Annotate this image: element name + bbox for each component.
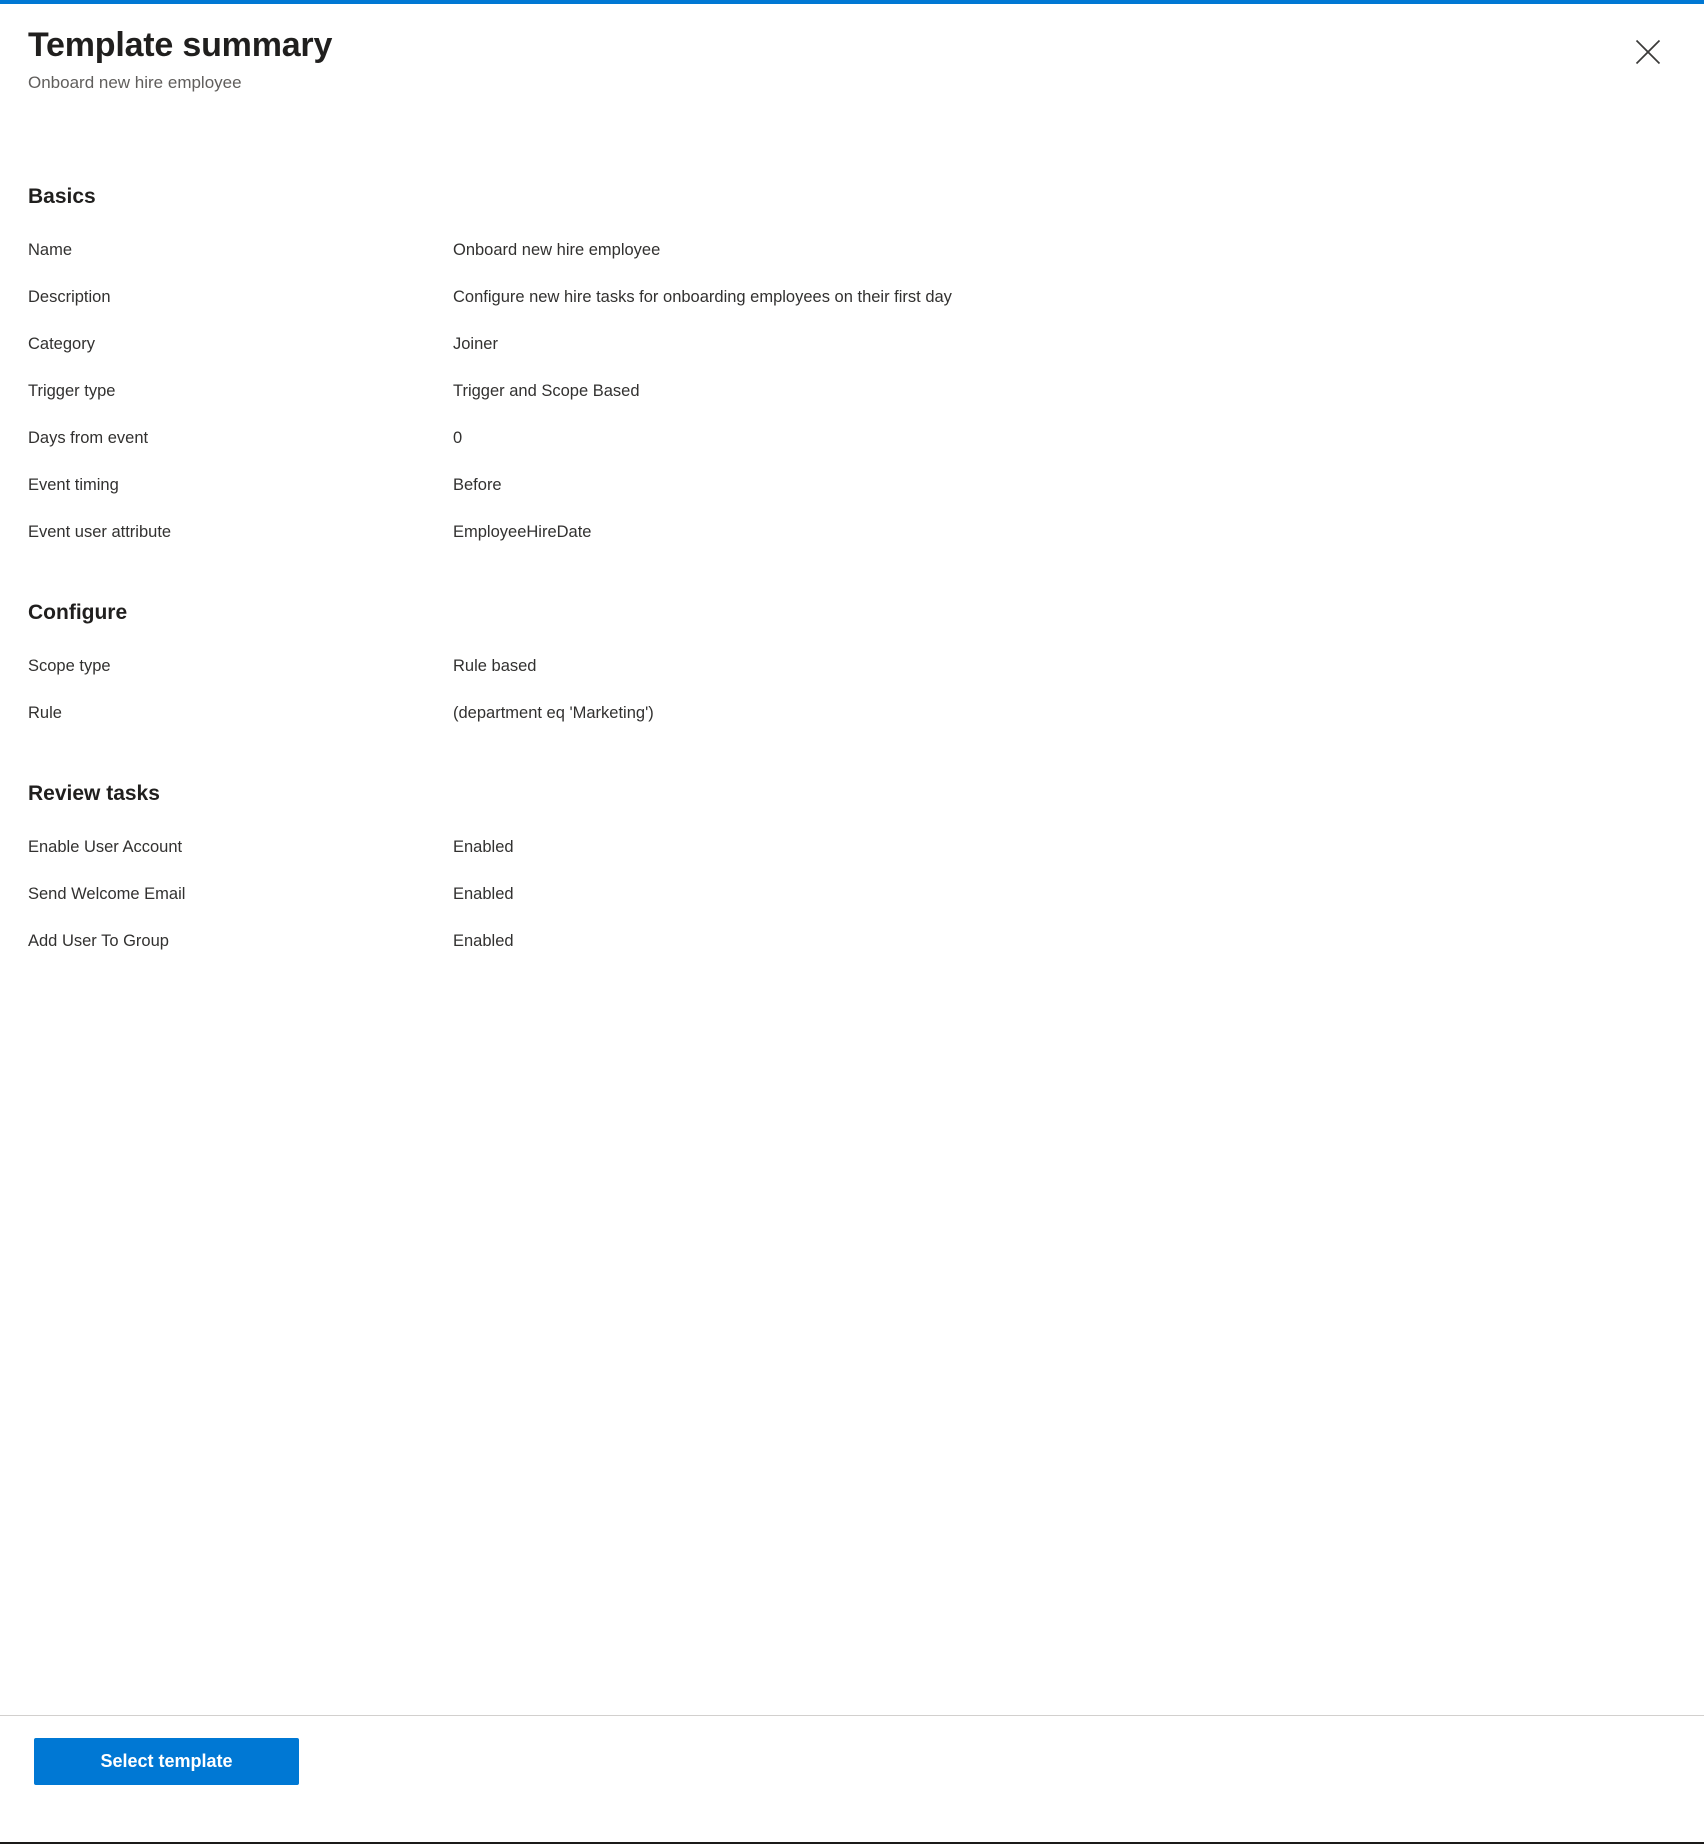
section-heading-configure: Configure xyxy=(28,601,128,624)
row-label: Send Welcome Email xyxy=(28,885,186,903)
section-configure: Configure Scope type Rule based Rule (de… xyxy=(28,599,1676,737)
row-value: Enabled xyxy=(453,932,514,950)
row-label: Rule xyxy=(28,704,62,722)
row-label: Event user attribute xyxy=(28,523,172,541)
row-label: Name xyxy=(28,241,73,259)
row-label: Add User To Group xyxy=(28,932,169,950)
row-value: (department eq 'Marketing') xyxy=(453,704,654,722)
row-value: Enabled xyxy=(453,885,514,903)
row-value: 0 xyxy=(453,429,463,447)
section-heading-review-tasks: Review tasks xyxy=(28,782,160,805)
summary-row: Description Configure new hire tasks for… xyxy=(28,274,1676,321)
summary-row: Send Welcome Email Enabled xyxy=(28,871,1676,918)
section-heading-basics: Basics xyxy=(28,185,96,208)
page-subtitle: Onboard new hire employee xyxy=(28,73,242,92)
configure-rows: Scope type Rule based Rule (department e… xyxy=(28,643,1676,737)
summary-row: Event user attribute EmployeeHireDate xyxy=(28,509,1676,556)
row-label: Event timing xyxy=(28,476,119,494)
row-label: Trigger type xyxy=(28,382,116,400)
close-button[interactable] xyxy=(1624,28,1672,76)
template-summary-panel: Template summary Onboard new hire employ… xyxy=(0,0,1704,1844)
row-value: Configure new hire tasks for onboarding … xyxy=(453,288,952,306)
row-value: Enabled xyxy=(453,838,514,856)
row-label: Days from event xyxy=(28,429,149,447)
row-label: Scope type xyxy=(28,657,111,675)
row-value: Onboard new hire employee xyxy=(453,241,661,259)
row-value: Rule based xyxy=(453,657,537,675)
summary-row: Name Onboard new hire employee xyxy=(28,227,1676,274)
row-value: EmployeeHireDate xyxy=(453,523,592,541)
summary-row: Enable User Account Enabled xyxy=(28,824,1676,871)
row-value: Trigger and Scope Based xyxy=(453,382,640,400)
row-label: Enable User Account xyxy=(28,838,183,856)
summary-row: Category Joiner xyxy=(28,321,1676,368)
summary-content: Basics Name Onboard new hire employee De… xyxy=(0,95,1704,1715)
basics-rows: Name Onboard new hire employee Descripti… xyxy=(28,227,1676,556)
section-basics: Basics Name Onboard new hire employee De… xyxy=(28,183,1676,556)
panel-footer: Select template xyxy=(0,1715,1704,1842)
row-value: Before xyxy=(453,476,502,494)
row-label: Category xyxy=(28,335,95,353)
section-review-tasks: Review tasks Enable User Account Enabled… xyxy=(28,780,1676,965)
page-title: Template summary xyxy=(28,26,333,64)
summary-row: Trigger type Trigger and Scope Based xyxy=(28,368,1676,415)
summary-row: Scope type Rule based xyxy=(28,643,1676,690)
summary-row: Event timing Before xyxy=(28,462,1676,509)
summary-row: Rule (department eq 'Marketing') xyxy=(28,690,1676,737)
close-icon xyxy=(1635,39,1661,65)
summary-row: Days from event 0 xyxy=(28,415,1676,462)
summary-row: Add User To Group Enabled xyxy=(28,918,1676,965)
panel-header: Template summary Onboard new hire employ… xyxy=(0,4,1704,95)
review-tasks-rows: Enable User Account Enabled Send Welcome… xyxy=(28,824,1676,965)
row-value: Joiner xyxy=(453,335,498,353)
row-label: Description xyxy=(28,288,111,306)
select-template-button[interactable]: Select template xyxy=(34,1738,299,1785)
